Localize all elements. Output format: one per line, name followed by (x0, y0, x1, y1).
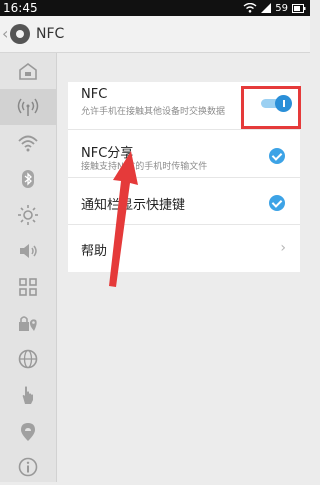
signal-status-icon (261, 3, 272, 13)
sidebar-item-home[interactable] (0, 53, 56, 89)
sidebar-item-apps[interactable] (0, 269, 56, 305)
nfc-share-subtitle: 接触支持NFC的手机时传输文件 (81, 162, 208, 172)
battery-icon (292, 3, 306, 13)
nfc-share-row[interactable]: NFC分享 接触支持NFC的手机时传输文件 (68, 130, 300, 178)
cloud-sync-icon (21, 423, 35, 441)
sidebar-item-wifi[interactable] (0, 125, 56, 161)
info-icon (18, 457, 38, 477)
brightness-icon (18, 205, 38, 225)
settings-gear-icon (10, 24, 30, 44)
page-title: NFC (36, 26, 65, 42)
volume-icon (20, 244, 37, 258)
sidebar-item-cloud[interactable] (0, 413, 56, 449)
help-row[interactable]: 帮助 › (68, 225, 300, 272)
title-bar: ‹ NFC (0, 16, 310, 53)
home-icon (19, 63, 37, 80)
sidebar-item-bluetooth[interactable] (0, 161, 56, 197)
notification-shortcut-row[interactable]: 通知栏显示快捷键 (68, 178, 300, 225)
nfc-share-checkbox[interactable] (269, 148, 285, 164)
notification-shortcut-checkbox[interactable] (269, 195, 285, 211)
wifi-icon (18, 135, 38, 152)
sidebar-item-about[interactable] (0, 449, 56, 485)
notification-shortcut-title: 通知栏显示快捷键 (81, 198, 186, 213)
sidebar-item-nfc[interactable] (0, 89, 56, 125)
sidebar-item-gestures[interactable] (0, 377, 56, 413)
battery-percent: 59 (275, 2, 288, 14)
highlight-box (241, 86, 301, 129)
status-time: 16:45 (3, 1, 38, 15)
chevron-right-icon: › (280, 240, 286, 256)
help-title: 帮助 (81, 244, 108, 259)
status-icons: 59 (243, 2, 306, 14)
lock-location-icon (19, 316, 37, 331)
nfc-title: NFC (81, 87, 108, 102)
apps-grid-icon (19, 278, 37, 296)
bluetooth-icon (22, 170, 34, 188)
sidebar-item-security[interactable] (0, 305, 56, 341)
hand-gesture-icon (22, 386, 33, 404)
sidebar-item-volume[interactable] (0, 233, 56, 269)
status-bar: 16:45 59 (0, 0, 310, 16)
nfc-signal-icon (17, 98, 39, 116)
back-icon[interactable]: ‹ (2, 24, 8, 44)
sidebar (0, 53, 57, 482)
globe-icon (18, 349, 38, 369)
nfc-subtitle: 允许手机在接触其他设备时交换数据 (81, 107, 226, 117)
sidebar-item-brightness[interactable] (0, 197, 56, 233)
sidebar-item-language[interactable] (0, 341, 56, 377)
wifi-status-icon (243, 3, 257, 13)
